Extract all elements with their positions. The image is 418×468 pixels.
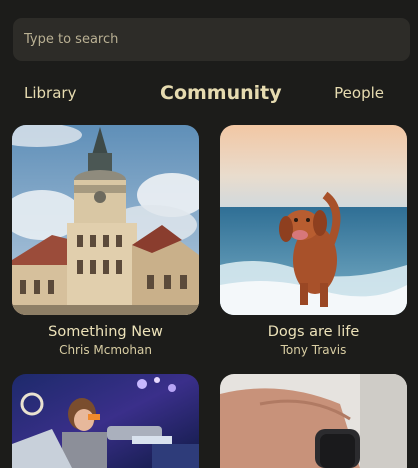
category-tabs: Library Community People <box>0 80 418 106</box>
tab-community[interactable]: Community <box>160 80 282 106</box>
post-card[interactable]: Dogs are life Tony Travis <box>220 125 407 358</box>
post-card[interactable] <box>220 374 407 468</box>
post-author[interactable]: Chris Mcmohan <box>12 343 199 358</box>
post-author[interactable]: Tony Travis <box>220 343 407 358</box>
post-title: Dogs are life <box>267 324 360 340</box>
post-image[interactable] <box>12 125 199 315</box>
post-card[interactable] <box>12 374 199 468</box>
tab-people[interactable]: People <box>334 80 384 106</box>
post-title: Something New <box>48 324 163 340</box>
search-bar[interactable] <box>13 18 410 61</box>
post-image[interactable] <box>12 374 199 468</box>
post-card[interactable]: Something New Chris Mcmohan <box>12 125 199 358</box>
tab-library[interactable]: Library <box>24 80 76 106</box>
post-image[interactable] <box>220 125 407 315</box>
search-input[interactable] <box>24 32 410 47</box>
post-image[interactable] <box>220 374 407 468</box>
